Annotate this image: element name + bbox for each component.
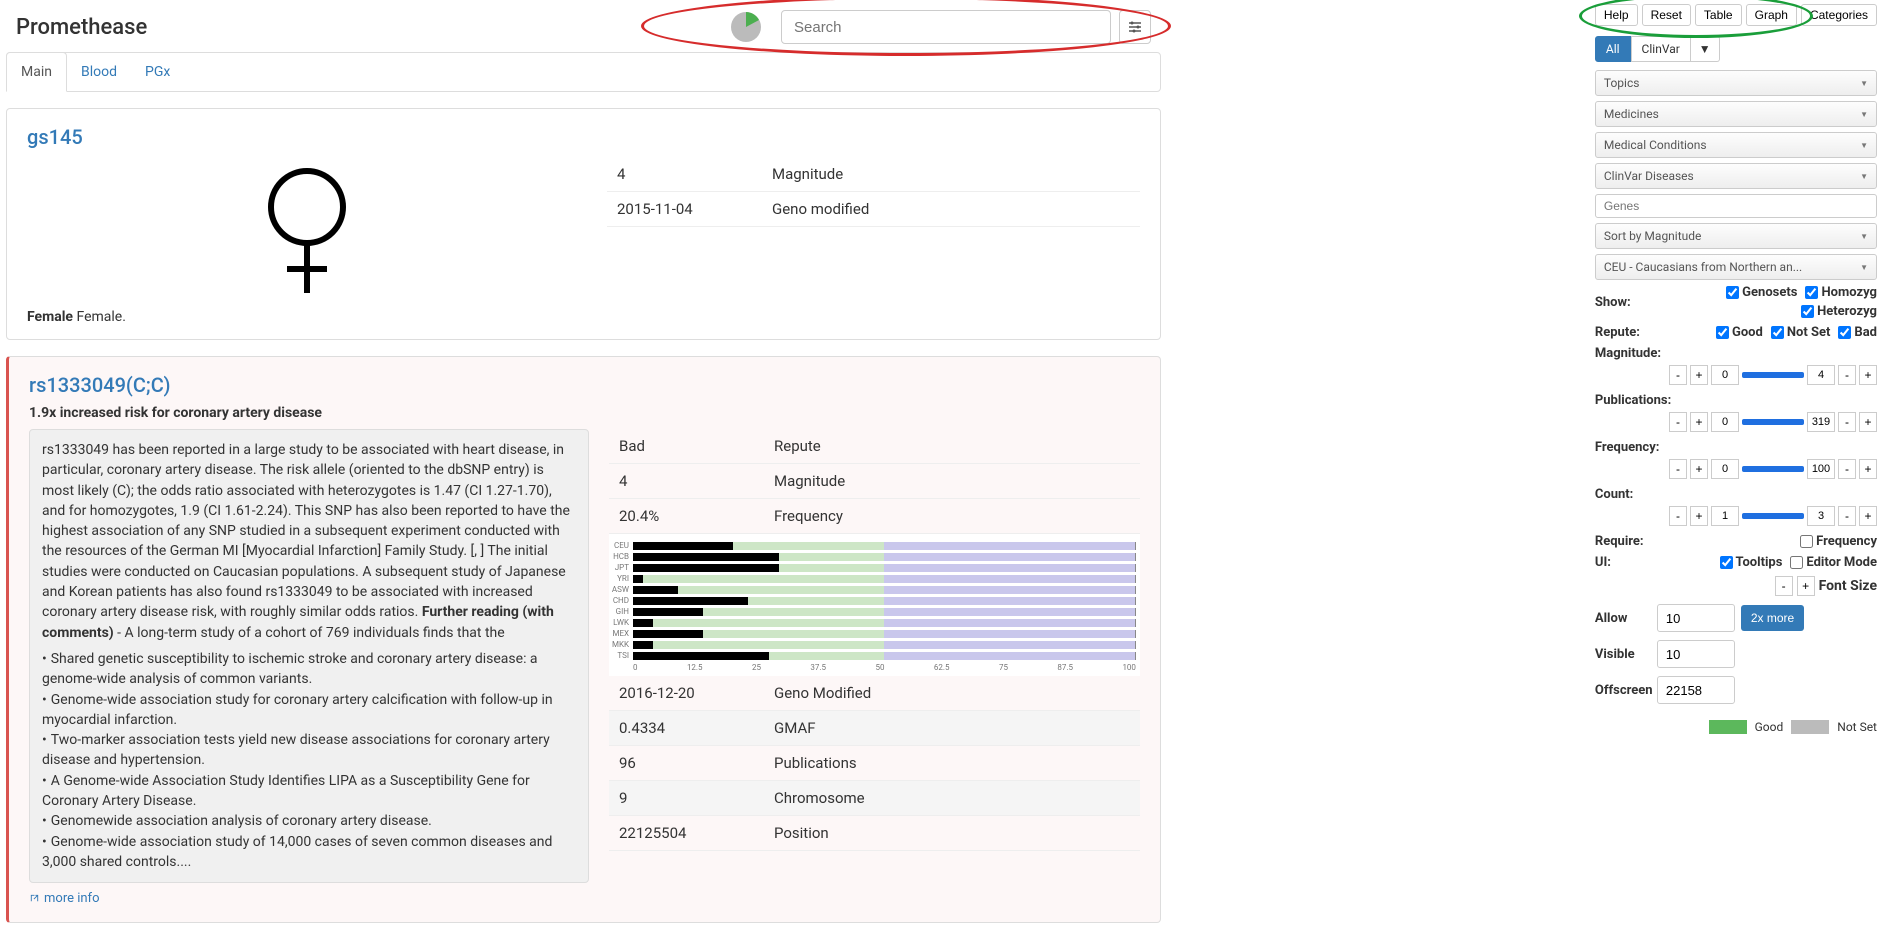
frequency-label: Frequency: xyxy=(1595,440,1877,455)
legend-good-swatch xyxy=(1709,720,1747,734)
publications-range[interactable]: -+ -+ xyxy=(1595,412,1877,432)
filter-panel: Help Reset Table Graph Categories All Cl… xyxy=(1595,0,1885,929)
table-button[interactable]: Table xyxy=(1695,4,1742,26)
genomod-value: 2015-11-04 xyxy=(607,192,762,227)
bullet-item: A Genome-wide Association Study Identifi… xyxy=(42,771,576,812)
count-max[interactable] xyxy=(1807,506,1835,526)
bullet-item: Genomewide association analysis of coron… xyxy=(42,811,576,831)
tabs: Main Blood PGx xyxy=(6,52,1161,92)
legend-notset-swatch xyxy=(1791,720,1829,734)
pill-clinvar[interactable]: ClinVar xyxy=(1631,36,1691,62)
topics-select[interactable]: Topics xyxy=(1595,70,1877,96)
homozyg-checkbox[interactable]: Homozyg xyxy=(1805,285,1877,300)
filter-pills: All ClinVar ▼ xyxy=(1595,36,1877,62)
show-label: Show: xyxy=(1595,295,1657,310)
good-checkbox[interactable]: Good xyxy=(1716,325,1763,340)
categories-button[interactable]: Categories xyxy=(1801,4,1877,26)
fontsize-minus[interactable]: - xyxy=(1775,576,1793,596)
2x-more-button[interactable]: 2x more xyxy=(1741,605,1804,631)
card-longtext: rs1333049 has been reported in a large s… xyxy=(29,429,589,883)
card-subtitle: 1.9x increased risk for coronary artery … xyxy=(29,405,1140,421)
more-info-link[interactable]: more info xyxy=(29,891,100,906)
frequency-chart: CEUHCBJPTYRIASWCHDGIHLWKMEXMKKTSI012.525… xyxy=(609,534,1140,676)
top-bar: Promethease xyxy=(6,6,1161,52)
tab-main[interactable]: Main xyxy=(6,52,67,92)
panel-top-buttons: Help Reset Table Graph Categories xyxy=(1595,4,1877,26)
magnitude-max[interactable] xyxy=(1807,365,1835,385)
magnitude-range[interactable]: -+ -+ xyxy=(1595,365,1877,385)
magnitude-value: 4 xyxy=(607,157,762,192)
clinvar-select[interactable]: ClinVar Diseases xyxy=(1595,163,1877,189)
offscreen-label: Offscreen xyxy=(1595,683,1657,698)
genosets-checkbox[interactable]: Genosets xyxy=(1726,285,1797,300)
plus-button[interactable]: + xyxy=(1690,365,1708,385)
magnitude-min[interactable] xyxy=(1711,365,1739,385)
bullet-item: Genome-wide association study for corona… xyxy=(42,690,576,731)
result-card-gs145: gs145 Female Female. 4Magnitude xyxy=(6,108,1161,340)
result-card-rs1333049: rs1333049(C;C) 1.9x increased risk for c… xyxy=(6,356,1161,923)
fontsize-label: Font Size xyxy=(1819,578,1877,594)
genomod-label: Geno modified xyxy=(762,192,1140,227)
pill-caret[interactable]: ▼ xyxy=(1691,36,1720,62)
tab-blood[interactable]: Blood xyxy=(67,53,131,91)
minus-button[interactable]: - xyxy=(1838,365,1856,385)
population-select[interactable]: CEU - Caucasians from Northern an... xyxy=(1595,254,1877,280)
publications-max[interactable] xyxy=(1807,412,1835,432)
allow-input[interactable] xyxy=(1657,604,1735,632)
search-input[interactable] xyxy=(781,10,1111,44)
count-label: Count: xyxy=(1595,487,1877,502)
reset-button[interactable]: Reset xyxy=(1642,4,1691,26)
info-table: BadRepute 4Magnitude 20.4%Frequency xyxy=(609,429,1140,534)
legend: Good Not Set xyxy=(1595,720,1877,734)
visible-input[interactable] xyxy=(1657,640,1735,668)
ui-label: UI: xyxy=(1595,555,1657,570)
magnitude-label: Magnitude: xyxy=(1595,346,1877,361)
publications-min[interactable] xyxy=(1711,412,1739,432)
help-button[interactable]: Help xyxy=(1595,4,1638,26)
fontsize-plus[interactable]: + xyxy=(1797,576,1815,596)
bad-checkbox[interactable]: Bad xyxy=(1838,325,1877,340)
repute-label: Repute: xyxy=(1595,325,1657,340)
sliders-icon xyxy=(1128,20,1142,34)
minus-button[interactable]: - xyxy=(1669,365,1687,385)
card-title[interactable]: gs145 xyxy=(27,125,1140,149)
conditions-select[interactable]: Medical Conditions xyxy=(1595,132,1877,158)
editor-checkbox[interactable]: Editor Mode xyxy=(1790,555,1877,570)
card-description: Female Female. xyxy=(27,309,587,325)
heterozyg-checkbox[interactable]: Heterozyg xyxy=(1801,304,1877,319)
frequency-range[interactable]: -+ -+ xyxy=(1595,459,1877,479)
info-table: 4Magnitude 2015-11-04Geno modified xyxy=(607,157,1140,227)
female-symbol-icon xyxy=(27,157,587,303)
bullet-item: Shared genetic susceptibility to ischemi… xyxy=(42,649,576,690)
visible-label: Visible xyxy=(1595,647,1657,662)
tab-pgx[interactable]: PGx xyxy=(131,53,184,91)
sort-select[interactable]: Sort by Magnitude xyxy=(1595,223,1877,249)
plus-button[interactable]: + xyxy=(1859,365,1877,385)
pie-chart-icon[interactable] xyxy=(729,10,763,44)
frequency-min[interactable] xyxy=(1711,459,1739,479)
genes-input[interactable] xyxy=(1595,194,1877,218)
card-title[interactable]: rs1333049(C;C) xyxy=(29,373,1140,397)
allow-label: Allow xyxy=(1595,611,1657,626)
require-frequency-checkbox[interactable]: Frequency xyxy=(1800,534,1877,549)
require-label: Require: xyxy=(1595,534,1657,549)
count-min[interactable] xyxy=(1711,506,1739,526)
bullet-item: Two-marker association tests yield new d… xyxy=(42,730,576,771)
pill-all[interactable]: All xyxy=(1595,36,1631,62)
publications-label: Publications: xyxy=(1595,393,1877,408)
tooltips-checkbox[interactable]: Tooltips xyxy=(1720,555,1783,570)
notset-checkbox[interactable]: Not Set xyxy=(1771,325,1831,340)
external-link-icon xyxy=(29,893,40,904)
magnitude-label: Magnitude xyxy=(762,157,1140,192)
graph-button[interactable]: Graph xyxy=(1746,4,1797,26)
offscreen-input[interactable] xyxy=(1657,676,1735,704)
count-range[interactable]: -+ -+ xyxy=(1595,506,1877,526)
brand-title: Promethease xyxy=(16,15,147,40)
medicines-select[interactable]: Medicines xyxy=(1595,101,1877,127)
bullet-item: Genome-wide association study of 14,000 … xyxy=(42,832,576,873)
frequency-max[interactable] xyxy=(1807,459,1835,479)
filter-button[interactable] xyxy=(1119,10,1151,44)
info-table-2: 2016-12-20Geno Modified 0.4334GMAF 96Pub… xyxy=(609,676,1140,851)
